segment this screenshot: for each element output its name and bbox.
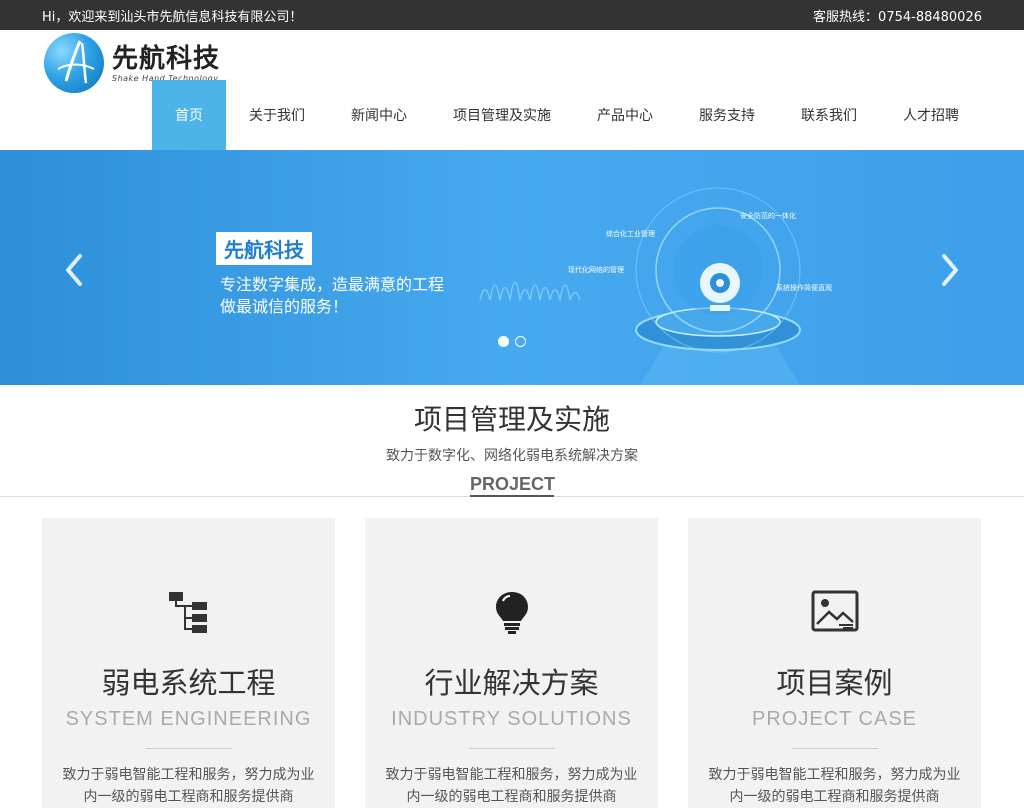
chevron-left-icon[interactable] bbox=[62, 252, 86, 288]
card-description: 致力于弱电智能工程和服务，努力成为业 内一级的弱电工程商和服务提供商 bbox=[62, 767, 315, 805]
card-description: 致力于弱电智能工程和服务，努力成为业 内一级的弱电工程商和服务提供商 bbox=[708, 767, 961, 805]
card-en-title: SYSTEM ENGINEERING bbox=[65, 708, 312, 730]
nav-item-careers[interactable]: 人才招聘 bbox=[880, 80, 982, 150]
header: 先航科技 Shake Hand Technology 首页 关于我们 新闻中心 … bbox=[0, 30, 1024, 150]
card-divider bbox=[146, 748, 232, 749]
nav-item-products[interactable]: 产品中心 bbox=[574, 80, 676, 150]
slide-dot-2[interactable] bbox=[515, 336, 526, 347]
banner-illustration: 安全防范的一体化 综合化工业管理 现代化网络的管理 系统操作简便直观 bbox=[479, 187, 832, 385]
logo-icon bbox=[44, 33, 104, 93]
card-en-title: PROJECT CASE bbox=[752, 708, 917, 730]
nav-item-projects[interactable]: 项目管理及实施 bbox=[430, 80, 574, 150]
section-subtitle: 致力于数字化、网络化弱电系统解决方案 bbox=[386, 448, 638, 464]
banner-label-1: 安全防范的一体化 bbox=[740, 211, 796, 220]
card-title: 弱电系统工程 bbox=[101, 666, 276, 700]
hero-banner: 安全防范的一体化 综合化工业管理 现代化网络的管理 系统操作简便直观 先航科技 … bbox=[0, 150, 1024, 385]
card-divider bbox=[792, 748, 878, 749]
banner-label-2: 综合化工业管理 bbox=[606, 229, 655, 238]
logo-name: 先航科技 bbox=[112, 43, 221, 74]
nav-item-about[interactable]: 关于我们 bbox=[226, 80, 328, 150]
banner-tagline-2: 做最诚信的服务！ bbox=[220, 297, 349, 316]
top-bar: Hi，欢迎来到汕头市先航信息科技有限公司！ 客服热线：0754-88480026 bbox=[0, 0, 1024, 30]
chevron-right-icon[interactable] bbox=[938, 252, 962, 288]
project-cards: 弱电系统工程 SYSTEM ENGINEERING 致力于弱电智能工程和服务，努… bbox=[42, 518, 981, 808]
welcome-text: Hi，欢迎来到汕头市先航信息科技有限公司！ bbox=[42, 9, 303, 25]
banner-label-3: 现代化网络的管理 bbox=[568, 265, 624, 274]
lightbulb-icon bbox=[488, 588, 536, 636]
slide-indicators bbox=[498, 336, 526, 347]
card-project-case[interactable]: 项目案例 PROJECT CASE 致力于弱电智能工程和服务，努力成为业 内一级… bbox=[688, 518, 981, 808]
section-en-label: PROJECT bbox=[470, 473, 555, 497]
card-system-engineering[interactable]: 弱电系统工程 SYSTEM ENGINEERING 致力于弱电智能工程和服务，努… bbox=[42, 518, 335, 808]
hotline-text: 客服热线：0754-88480026 bbox=[813, 9, 982, 25]
nav-item-contact[interactable]: 联系我们 bbox=[778, 80, 880, 150]
banner-badge: 先航科技 bbox=[216, 232, 312, 265]
nav-item-news[interactable]: 新闻中心 bbox=[328, 80, 430, 150]
banner-label-4: 系统操作简便直观 bbox=[776, 283, 832, 292]
banner-tagline-1: 专注数字集成，造最满意的工程 bbox=[220, 275, 445, 294]
card-title: 项目案例 bbox=[776, 666, 893, 700]
section-title: 项目管理及实施 bbox=[413, 403, 610, 436]
nav-item-support[interactable]: 服务支持 bbox=[676, 80, 778, 150]
nav-item-home[interactable]: 首页 bbox=[152, 80, 226, 150]
sitemap-icon bbox=[165, 588, 213, 636]
card-title: 行业解决方案 bbox=[424, 666, 599, 700]
card-en-title: INDUSTRY SOLUTIONS bbox=[391, 708, 632, 730]
card-industry-solutions[interactable]: 行业解决方案 INDUSTRY SOLUTIONS 致力于弱电智能工程和服务，努… bbox=[365, 518, 658, 808]
card-description: 致力于弱电智能工程和服务，努力成为业 内一级的弱电工程商和服务提供商 bbox=[385, 767, 638, 805]
main-nav: 首页 关于我们 新闻中心 项目管理及实施 产品中心 服务支持 联系我们 人才招聘 bbox=[152, 80, 982, 150]
card-divider bbox=[469, 748, 555, 749]
image-icon bbox=[811, 588, 859, 636]
slide-dot-1[interactable] bbox=[498, 336, 509, 347]
